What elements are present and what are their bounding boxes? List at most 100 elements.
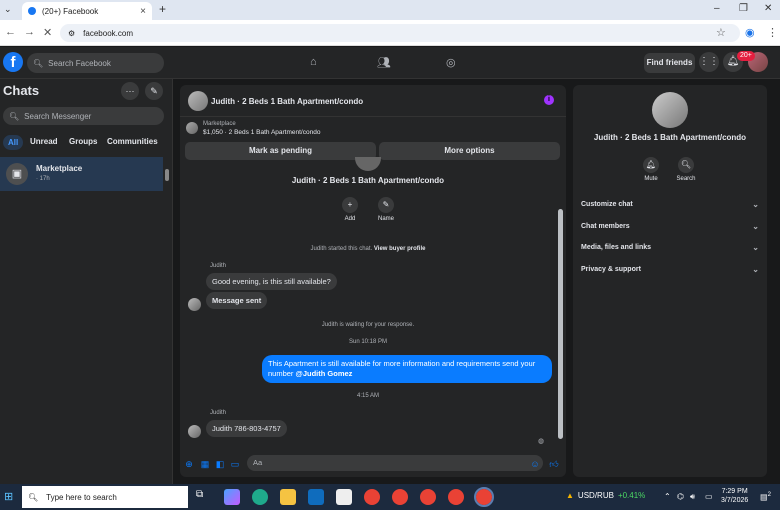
store-icon[interactable] — [336, 489, 352, 505]
sticker-icon[interactable]: ◧ — [215, 459, 225, 469]
more-options-button[interactable]: More options — [379, 142, 560, 160]
groups-icon[interactable]: ◎ — [446, 56, 456, 69]
media-files-links-section[interactable]: Media, files and links ⌄ — [581, 243, 759, 252]
chat-members-section[interactable]: Chat members ⌄ — [581, 222, 759, 231]
filter-unread[interactable]: Unread — [30, 137, 58, 146]
contact-avatar[interactable] — [188, 91, 208, 111]
sender-avatar[interactable] — [188, 425, 201, 438]
search-icon: 🔍︎ — [33, 58, 44, 68]
photo-icon[interactable]: ▦ — [200, 459, 210, 469]
chrome-icon[interactable] — [474, 487, 494, 507]
like-thumb-icon[interactable]: 👍︎ — [549, 459, 559, 469]
find-friends-button[interactable]: Find friends — [644, 53, 695, 73]
incoming-message[interactable]: Judith 786-803-4757 — [206, 420, 287, 437]
filter-groups[interactable]: Groups — [69, 137, 97, 146]
stop-icon[interactable]: ✕ — [43, 26, 52, 39]
notification-badge: 20+ — [737, 51, 755, 61]
listing-summary: $1,050 · 2 Beds 1 Bath Apartment/condo — [203, 129, 321, 136]
conversation-scrollbar[interactable] — [557, 169, 564, 445]
close-tab-icon[interactable]: × — [140, 6, 146, 17]
facebook-logo-icon[interactable]: f — [3, 52, 23, 72]
notification-center-icon[interactable]: ▤2 — [760, 492, 771, 502]
taskbar-search-placeholder: Type here to search — [46, 492, 117, 502]
close-window-icon[interactable]: ✕ — [764, 3, 772, 14]
chart-icon: ▲ — [566, 491, 574, 500]
contact-large-avatar[interactable] — [652, 92, 688, 128]
site-info-icon[interactable]: ⚙ — [68, 29, 75, 38]
search-icon: 🔍︎ — [678, 157, 694, 173]
sender-avatar[interactable] — [188, 298, 201, 311]
filter-all[interactable]: All — [3, 135, 24, 150]
system-clock[interactable]: 7:29 PM 3/7/2026 — [721, 487, 748, 505]
chrome-icon[interactable] — [392, 489, 408, 505]
url-field[interactable]: ⚙ facebook.com — [60, 24, 740, 42]
chrome-icon[interactable] — [420, 489, 436, 505]
volume-icon[interactable]: 🔊︎ — [690, 492, 695, 502]
tray-chevron-up-icon[interactable]: ⌃ — [664, 492, 671, 501]
bookmark-star-icon[interactable]: ☆ — [716, 26, 726, 39]
chat-info-panel: Judith · 2 Beds 1 Bath Apartment/condo 🔔… — [573, 85, 767, 477]
task-view-icon[interactable]: ⧉ — [196, 489, 212, 505]
new-message-icon[interactable]: ✎ — [145, 82, 163, 100]
emoji-icon[interactable]: ☺ — [530, 459, 540, 469]
network-icon[interactable]: ⌬ — [677, 492, 684, 501]
add-label: Add — [344, 216, 356, 222]
add-button[interactable]: + Add — [340, 197, 360, 222]
sidebar-scrollbar[interactable] — [165, 159, 169, 187]
conversation-info-icon[interactable]: i — [544, 95, 554, 105]
friends-icon[interactable]: 👥︎ — [377, 56, 391, 69]
search-icon: 🔍︎ — [9, 111, 20, 121]
file-explorer-icon[interactable] — [280, 489, 296, 505]
view-buyer-profile-link[interactable]: View buyer profile — [374, 246, 426, 252]
notification-count: 2 — [767, 492, 771, 498]
name-button[interactable]: ✎ Name — [376, 197, 396, 222]
incoming-message[interactable]: Message sent — [206, 292, 268, 309]
facebook-search-input[interactable]: 🔍︎ Search Facebook — [27, 53, 164, 73]
currency-ticker-widget[interactable]: ▲ USD/RUB +0.41% — [566, 491, 645, 500]
chrome-icon[interactable] — [364, 489, 380, 505]
thread-contact-name: Judith · 2 Beds 1 Bath Apartment/condo — [291, 176, 445, 185]
tab-list-icon[interactable]: ⌄ — [4, 4, 12, 15]
chat-started-note: Judith started this chat. View buyer pro… — [180, 246, 556, 252]
menu-icon[interactable]: ⋮ — [767, 26, 778, 39]
facebook-favicon-icon — [28, 7, 36, 15]
windows-start-icon[interactable]: ⊞ — [4, 491, 16, 503]
edge-icon[interactable] — [252, 489, 268, 505]
chrome-icon[interactable] — [448, 489, 464, 505]
mark-as-pending-button[interactable]: Mark as pending — [185, 142, 376, 160]
search-conversation-button[interactable]: 🔍︎ Search — [671, 157, 701, 182]
incoming-message[interactable]: Good evening, is this still available? — [206, 273, 337, 290]
profile-icon[interactable]: ◉ — [745, 26, 755, 39]
back-icon[interactable]: ← — [5, 26, 16, 38]
copilot-icon[interactable] — [224, 489, 240, 505]
message-input[interactable]: Aa — [247, 455, 543, 471]
outlook-icon[interactable] — [308, 489, 324, 505]
plus-actions-icon[interactable]: ⊕ — [184, 459, 194, 469]
minimize-icon[interactable]: – — [714, 3, 720, 14]
clock-time: 7:29 PM — [721, 488, 748, 495]
filter-communities[interactable]: Communities — [107, 137, 158, 146]
chat-name: Marketplace — [36, 164, 83, 173]
outgoing-message[interactable]: This Apartment is still available for mo… — [262, 355, 552, 383]
bell-icon: 🔔︎ — [643, 157, 659, 173]
gif-icon[interactable]: ▭ — [230, 459, 240, 469]
marketplace-listing-bar[interactable]: Marketplace $1,050 · 2 Beds 1 Bath Apart… — [180, 117, 566, 139]
browser-tab[interactable]: (20+) Facebook × — [22, 2, 152, 20]
battery-icon[interactable]: ▭ — [705, 492, 713, 501]
forward-icon[interactable]: → — [24, 26, 35, 38]
customize-chat-section[interactable]: Customize chat ⌄ — [581, 200, 759, 209]
messenger-search-placeholder: Search Messenger — [24, 111, 92, 121]
chat-list-item-marketplace[interactable]: ▣ Marketplace · 17h — [0, 157, 163, 191]
conversation-title[interactable]: Judith · 2 Beds 1 Bath Apartment/condo — [211, 97, 363, 106]
message-composer: ⊕ ▦ ◧ ▭ Aa ☺ 👍︎ — [180, 451, 566, 475]
mention[interactable]: @Judith Gomez — [296, 369, 353, 378]
new-tab-icon[interactable]: + — [159, 2, 166, 16]
taskbar-search-box[interactable]: 🔍︎ Type here to search — [22, 486, 188, 508]
privacy-support-section[interactable]: Privacy & support ⌄ — [581, 265, 759, 274]
maximize-icon[interactable]: ❐ — [739, 3, 748, 14]
messenger-search-input[interactable]: 🔍︎ Search Messenger — [3, 107, 164, 125]
options-icon[interactable]: ··· — [121, 82, 139, 100]
mute-button[interactable]: 🔔︎ Mute — [636, 157, 666, 182]
menu-grid-icon[interactable]: ⋮⋮ — [699, 52, 719, 72]
home-icon[interactable]: ⌂ — [310, 56, 317, 68]
